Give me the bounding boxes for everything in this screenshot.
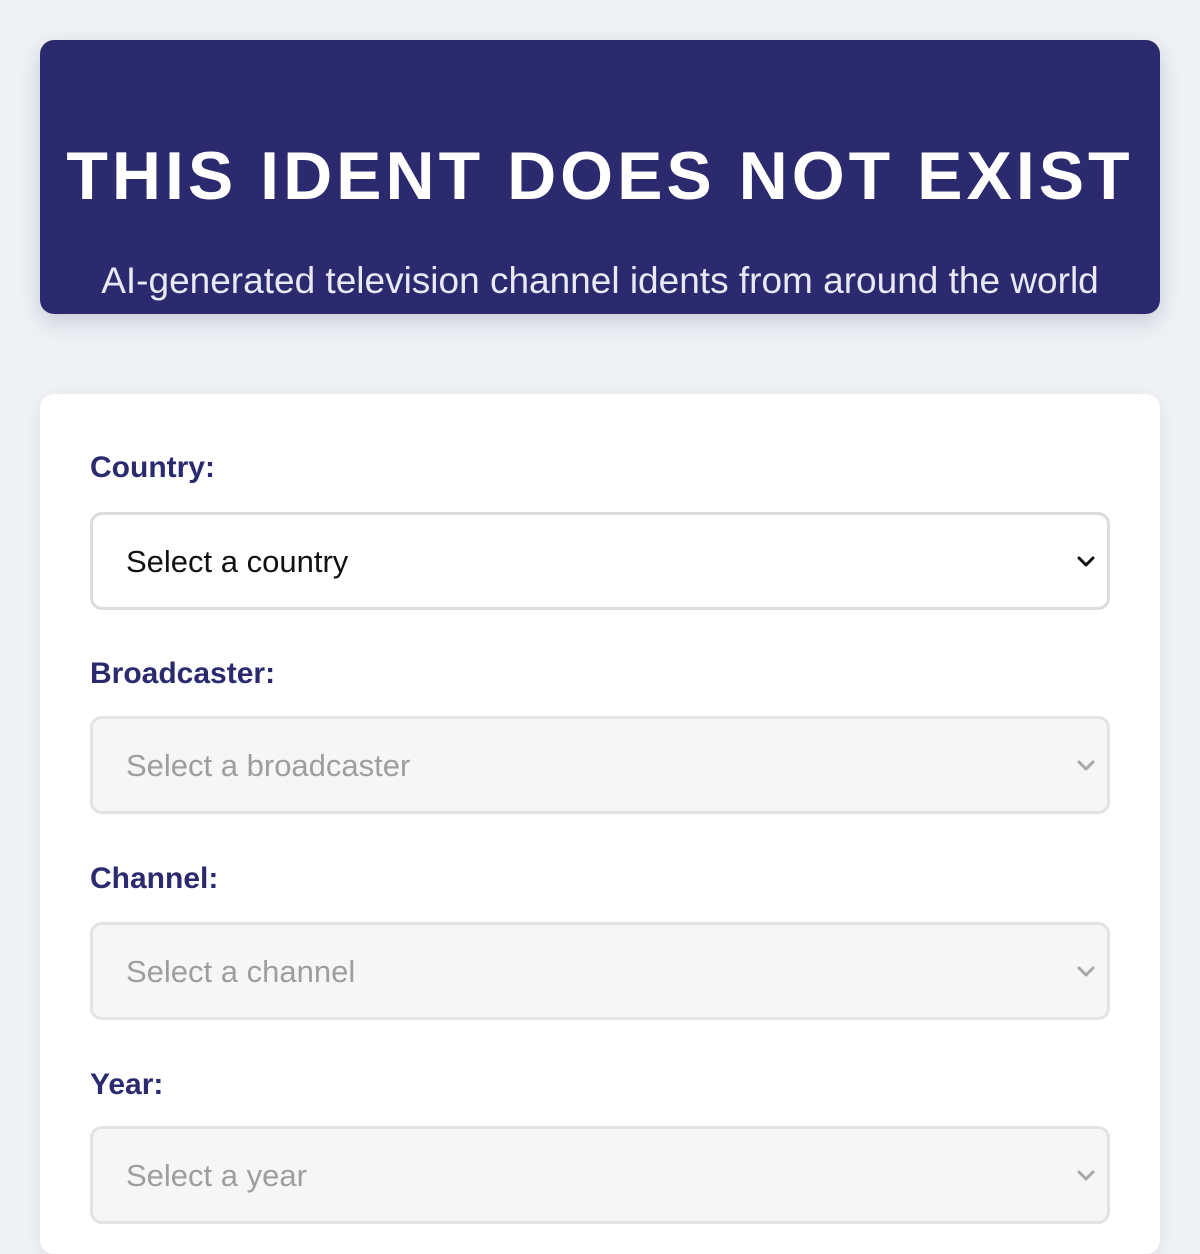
country-select-value: Select a country [126, 544, 349, 579]
chevron-down-icon [1077, 556, 1095, 567]
chevron-down-icon [1077, 966, 1095, 977]
country-select[interactable]: Select a country [90, 512, 1110, 610]
page-subtitle: AI-generated television channel idents f… [101, 260, 1099, 301]
channel-select-value: Select a channel [126, 954, 356, 989]
channel-label: Channel: [90, 862, 219, 895]
page-title: THIS IDENT DOES NOT EXIST [66, 138, 1134, 214]
filter-form-card: Country: Select a country Broadcaster: S… [40, 394, 1160, 1254]
chevron-down-icon [1077, 1170, 1095, 1181]
broadcaster-label: Broadcaster: [90, 657, 276, 690]
broadcaster-select[interactable]: Select a broadcaster [90, 716, 1110, 814]
channel-select[interactable]: Select a channel [90, 922, 1110, 1020]
year-select-value: Select a year [126, 1158, 307, 1193]
country-label: Country: [90, 451, 215, 484]
broadcaster-select-value: Select a broadcaster [126, 748, 411, 783]
year-select[interactable]: Select a year [90, 1126, 1110, 1224]
year-label: Year: [90, 1068, 164, 1101]
site-header: THIS IDENT DOES NOT EXIST AI-generated t… [40, 40, 1160, 314]
chevron-down-icon [1077, 760, 1095, 771]
